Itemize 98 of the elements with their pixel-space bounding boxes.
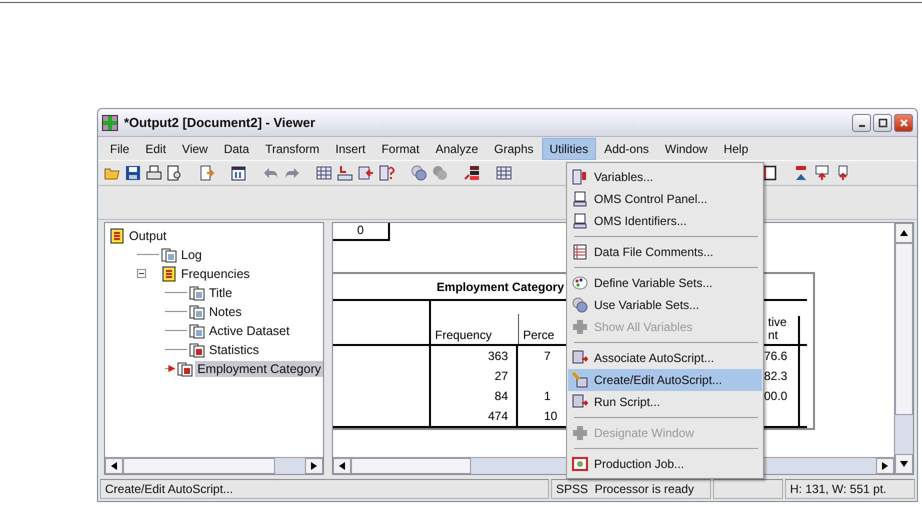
maximize-icon: [878, 118, 888, 128]
column-header: Frequency: [434, 328, 493, 344]
menu-item[interactable]: OMS Control Panel...: [568, 188, 762, 210]
print-icon[interactable]: [146, 165, 162, 181]
book-icon: [109, 228, 125, 244]
menu-item[interactable]: OMS Identifiers...: [568, 210, 762, 232]
book-icon: [161, 266, 177, 282]
menu-bar-item[interactable]: Edit: [137, 138, 174, 160]
maximize-button[interactable]: [873, 114, 892, 132]
cross-icon: [572, 425, 588, 441]
document-icon: [177, 360, 194, 376]
document-icon: [161, 246, 177, 262]
menu-bar-item[interactable]: Utilities: [542, 138, 596, 160]
scroll-up-icon[interactable]: [900, 230, 908, 236]
document-icon: [189, 342, 205, 358]
export-icon[interactable]: [199, 165, 215, 181]
menu-bar-item[interactable]: Data: [216, 138, 258, 160]
outline-item[interactable]: Active Dataset: [207, 322, 292, 338]
table-cell: 1: [544, 389, 551, 403]
close-button[interactable]: [894, 114, 913, 132]
menu-bar-item[interactable]: Analyze: [427, 138, 486, 160]
vertical-scrollbar[interactable]: [894, 223, 913, 474]
window-icon[interactable]: [231, 165, 247, 181]
menu-item[interactable]: Variables...: [568, 166, 762, 188]
menu-item[interactable]: Use Variable Sets...: [568, 294, 762, 316]
minimize-button[interactable]: [852, 114, 871, 132]
page-number: 0: [333, 223, 390, 241]
status-panel: [713, 479, 783, 499]
menu-item[interactable]: Run Script...: [568, 391, 762, 413]
outline-item[interactable]: Output: [127, 228, 169, 244]
table-cell: 7: [544, 349, 551, 363]
table-cell: 76.6: [764, 349, 788, 363]
document-icon: [189, 284, 205, 300]
pencil-icon: [572, 372, 588, 388]
outline-item[interactable]: Statistics: [207, 342, 262, 358]
menu-item[interactable]: Associate AutoScript...: [568, 347, 762, 369]
script-icon: [572, 350, 588, 366]
scroll-right-icon[interactable]: [882, 462, 888, 470]
window-title: *Output2 [Document2] - Viewer: [124, 115, 316, 130]
table-title: Employment Category: [436, 280, 565, 294]
scroll-left-icon[interactable]: [111, 462, 117, 470]
scroll-down-icon[interactable]: [900, 461, 908, 467]
scroll-right-icon[interactable]: [311, 462, 317, 470]
menu-bar-item[interactable]: Transform: [257, 138, 328, 160]
menu-bar-item[interactable]: Graphs: [486, 138, 542, 160]
toolbox-icon: [572, 456, 588, 472]
menu-item[interactable]: Create/Edit AutoScript...: [568, 369, 762, 391]
menu-bar-item[interactable]: Insert: [327, 138, 374, 160]
script-icon: [572, 394, 588, 410]
menu-item[interactable]: Define Variable Sets...: [568, 272, 762, 294]
circles-icon[interactable]: [411, 165, 427, 181]
circles-icon: [572, 297, 588, 313]
menu-bar-item[interactable]: File: [102, 138, 138, 160]
status-text: H: 131, W: 551 pt.: [785, 479, 915, 499]
outline-item[interactable]: Frequencies: [179, 266, 252, 282]
promote-icon[interactable]: [793, 165, 809, 181]
monitor-icon: [572, 191, 588, 207]
menu-bar-item[interactable]: Help: [716, 138, 756, 160]
menu-bar-item[interactable]: View: [174, 138, 216, 160]
table-cell: 363: [431, 346, 518, 366]
menu-item[interactable]: Production Job...: [568, 453, 762, 475]
monitor-icon: [572, 213, 588, 229]
outline-item[interactable]: Log: [179, 246, 204, 262]
horizontal-scrollbar[interactable]: [105, 457, 323, 474]
table-cell: 84: [431, 386, 518, 406]
menu-bar-item[interactable]: Window: [656, 138, 716, 160]
table-cell: 474: [431, 406, 518, 426]
grid-icon[interactable]: [496, 165, 512, 181]
calculator-icon: [572, 169, 588, 185]
calculator-icon[interactable]: [379, 165, 395, 181]
table-cell: 27: [431, 366, 518, 386]
outline-item[interactable]: Notes: [207, 304, 244, 320]
insert-row-icon[interactable]: [337, 165, 353, 181]
demote-icon[interactable]: [814, 165, 830, 181]
menu-item[interactable]: Data File Comments...: [568, 241, 762, 263]
save-icon[interactable]: [125, 165, 141, 181]
redo-icon[interactable]: [284, 165, 300, 181]
outline-item[interactable]: Employment Category: [195, 360, 323, 376]
grid-icon[interactable]: [316, 165, 332, 181]
table-cell: 10: [544, 409, 558, 423]
app-icon: [102, 114, 118, 130]
close-icon: [898, 118, 908, 128]
print-preview-icon[interactable]: [167, 165, 183, 181]
menu-bar-item[interactable]: Format: [373, 138, 428, 160]
scroll-left-icon[interactable]: [339, 462, 345, 470]
minimize-icon: [858, 124, 864, 126]
document-icon: [189, 304, 205, 320]
table-cell: 00.0: [764, 389, 788, 403]
chart-icon[interactable]: [464, 165, 480, 181]
notepad-icon: [572, 244, 588, 260]
document-icon: [189, 322, 205, 338]
status-text: SPSS Processor is ready: [551, 479, 711, 499]
palette-icon: [572, 275, 588, 291]
menu-bar-item[interactable]: Add-ons: [596, 138, 657, 160]
table-cell: 82.3: [764, 369, 788, 383]
grid-arrow-icon[interactable]: [358, 165, 374, 181]
status-text: Create/Edit AutoScript...: [100, 479, 549, 499]
outline-item[interactable]: Title: [207, 284, 234, 300]
